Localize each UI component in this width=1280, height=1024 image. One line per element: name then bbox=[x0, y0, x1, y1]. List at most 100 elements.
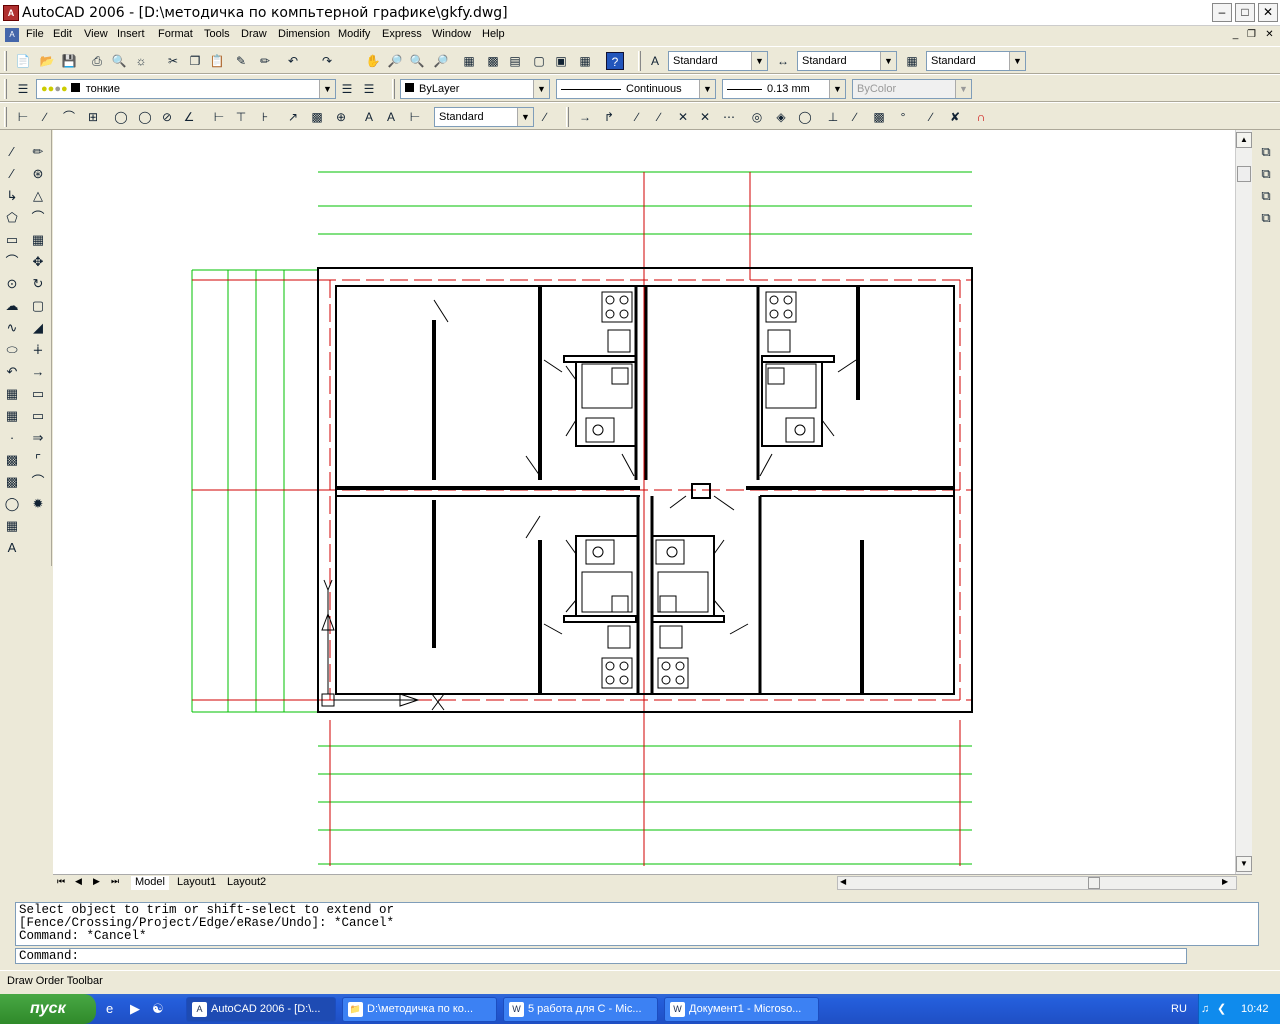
scroll-left-button[interactable]: ◀ bbox=[840, 877, 846, 886]
make-block-icon[interactable]: ▦ bbox=[2, 406, 22, 426]
menu-edit[interactable]: Edit bbox=[53, 28, 72, 40]
snap-apparent-intersection-icon[interactable]: ✕ bbox=[696, 108, 714, 126]
zoom-previous-icon[interactable]: 🔎 bbox=[432, 52, 450, 70]
zoom-window-icon[interactable]: 🔍 bbox=[408, 52, 426, 70]
erase-icon[interactable]: ✏ bbox=[28, 142, 48, 162]
snap-insert-icon[interactable]: ▩ bbox=[870, 108, 888, 126]
horizontal-scrollbar[interactable]: ◀ ▶ bbox=[837, 876, 1237, 890]
language-indicator[interactable]: RU bbox=[1171, 994, 1187, 1024]
color-select[interactable]: ByLayer ▼ bbox=[400, 79, 550, 99]
snap-extension-icon[interactable]: ⋯ bbox=[720, 108, 738, 126]
menu-insert[interactable]: Insert bbox=[117, 28, 145, 40]
snap-parallel-icon[interactable]: ∕ bbox=[846, 108, 864, 126]
match-properties-icon[interactable]: ✎ bbox=[232, 52, 250, 70]
tab-nav-last[interactable]: ⏭ bbox=[111, 876, 119, 887]
plot-preview-icon[interactable]: 🔍 bbox=[110, 52, 128, 70]
bring-above-icon[interactable]: ⧉ bbox=[1256, 186, 1276, 206]
tab-model[interactable]: Model bbox=[131, 876, 169, 890]
snap-nearest-icon[interactable]: ∕ bbox=[922, 108, 940, 126]
circle-icon[interactable]: ⊙ bbox=[2, 274, 22, 294]
dim-style-select[interactable]: Standard ▼ bbox=[797, 51, 897, 71]
gradient-icon[interactable]: ▩ bbox=[2, 472, 22, 492]
markup-icon[interactable]: ▣ bbox=[552, 52, 570, 70]
snap-perpendicular-icon[interactable]: ⊥ bbox=[824, 108, 842, 126]
menu-view[interactable]: View bbox=[84, 28, 108, 40]
dimension-update-icon[interactable]: ⊢ bbox=[406, 108, 424, 126]
table-icon[interactable]: ▦ bbox=[2, 516, 22, 536]
multiline-text-icon[interactable]: A bbox=[2, 538, 22, 558]
mirror-icon[interactable]: △ bbox=[28, 186, 48, 206]
snap-center-icon[interactable]: ◎ bbox=[748, 108, 766, 126]
ordinate-icon[interactable]: ⊞ bbox=[84, 108, 102, 126]
array-icon[interactable]: ▦ bbox=[28, 230, 48, 250]
quick-leader-icon[interactable]: ↗ bbox=[284, 108, 302, 126]
volume-icon[interactable]: ♫ bbox=[1201, 994, 1209, 1024]
autocad-icon[interactable]: A bbox=[3, 5, 19, 21]
send-to-back-icon[interactable]: ⧉ bbox=[1256, 164, 1276, 184]
tab-nav-first[interactable]: ⏮ bbox=[57, 876, 65, 887]
polyline-icon[interactable]: ↳ bbox=[2, 186, 22, 206]
join-icon[interactable]: ⇒ bbox=[28, 428, 48, 448]
spline-icon[interactable]: ∿ bbox=[2, 318, 22, 338]
snap-intersection-icon[interactable]: ✕ bbox=[674, 108, 692, 126]
jogged-icon[interactable]: ◯ bbox=[136, 108, 154, 126]
plot-icon[interactable]: ⎙ bbox=[88, 52, 106, 70]
menu-tools[interactable]: Tools bbox=[204, 28, 230, 40]
ellipse-icon[interactable]: ⬭ bbox=[2, 340, 22, 360]
region-icon[interactable]: ◯ bbox=[2, 494, 22, 514]
command-input[interactable]: Command: bbox=[15, 948, 1187, 964]
center-mark-icon[interactable]: ⊕ bbox=[332, 108, 350, 126]
snap-none-icon[interactable]: ✘ bbox=[946, 108, 964, 126]
menu-window[interactable]: Window bbox=[432, 28, 471, 40]
quick-dimension-icon[interactable]: ⊢ bbox=[210, 108, 228, 126]
sheet-set-icon[interactable]: ▢ bbox=[530, 52, 548, 70]
rotate-icon[interactable]: ↻ bbox=[28, 274, 48, 294]
table-style-icon[interactable]: ▦ bbox=[903, 52, 921, 70]
menu-file[interactable]: File bbox=[26, 28, 44, 40]
ie-icon[interactable]: e bbox=[106, 1001, 113, 1016]
start-button[interactable]: пуск bbox=[0, 994, 96, 1024]
document-icon[interactable]: A bbox=[5, 28, 19, 42]
text-style-icon[interactable]: A bbox=[646, 52, 664, 70]
menu-help[interactable]: Help bbox=[482, 28, 505, 40]
ellipse-arc-icon[interactable]: ↶ bbox=[2, 362, 22, 382]
construction-line-icon[interactable]: ∕ bbox=[2, 164, 22, 184]
dimension-style-select[interactable]: Standard ▼ bbox=[434, 107, 534, 127]
linear-dimension-icon[interactable]: ⊢ bbox=[14, 108, 32, 126]
close-button[interactable]: ✕ bbox=[1258, 3, 1278, 22]
menu-modify[interactable]: Modify bbox=[338, 28, 370, 40]
snap-quadrant-icon[interactable]: ◈ bbox=[772, 108, 790, 126]
drawing-canvas[interactable] bbox=[53, 130, 1235, 874]
copy-object-icon[interactable]: ⊛ bbox=[28, 164, 48, 184]
point-icon[interactable]: · bbox=[2, 428, 22, 448]
linetype-select[interactable]: Continuous ▼ bbox=[556, 79, 716, 99]
stretch-icon[interactable]: ◢ bbox=[28, 318, 48, 338]
redo-icon[interactable]: ↷ bbox=[318, 52, 336, 70]
continue-icon[interactable]: ⊦ bbox=[256, 108, 274, 126]
tab-layout1[interactable]: Layout1 bbox=[177, 876, 216, 890]
layer-previous-icon[interactable]: ☰ bbox=[360, 80, 378, 98]
tolerance-icon[interactable]: ▩ bbox=[308, 108, 326, 126]
offset-icon[interactable]: ⌒ bbox=[28, 208, 48, 228]
snap-endpoint-icon[interactable]: ∕ bbox=[628, 108, 646, 126]
tab-layout2[interactable]: Layout2 bbox=[227, 876, 266, 890]
menu-express[interactable]: Express bbox=[382, 28, 422, 40]
media-player-icon[interactable]: ▶ bbox=[130, 1001, 140, 1017]
tray-collapse-icon[interactable]: ❮ bbox=[1217, 994, 1226, 1024]
block-editor-icon[interactable]: ✏ bbox=[256, 52, 274, 70]
send-under-icon[interactable]: ⧉ bbox=[1256, 208, 1276, 228]
snap-midpoint-icon[interactable]: ∕ bbox=[650, 108, 668, 126]
angular-icon[interactable]: ∠ bbox=[180, 108, 198, 126]
menu-format[interactable]: Format bbox=[158, 28, 193, 40]
doc-minimize-button[interactable]: _ bbox=[1228, 28, 1243, 42]
extend-icon[interactable]: → bbox=[28, 362, 48, 382]
scroll-down-button[interactable]: ▼ bbox=[1236, 856, 1252, 872]
explode-icon[interactable]: ✹ bbox=[28, 494, 48, 514]
messenger-icon[interactable]: ☯ bbox=[152, 1001, 164, 1017]
snap-tangent-icon[interactable]: ◯ bbox=[796, 108, 814, 126]
snap-from-icon[interactable]: ↱ bbox=[600, 108, 618, 126]
doc-close-button[interactable]: ✕ bbox=[1262, 28, 1277, 42]
dimension-style-icon[interactable]: ∕ bbox=[536, 108, 554, 126]
layer-select[interactable]: ●●●● тонкие ▼ bbox=[36, 79, 336, 99]
maximize-button[interactable]: □ bbox=[1235, 3, 1255, 22]
